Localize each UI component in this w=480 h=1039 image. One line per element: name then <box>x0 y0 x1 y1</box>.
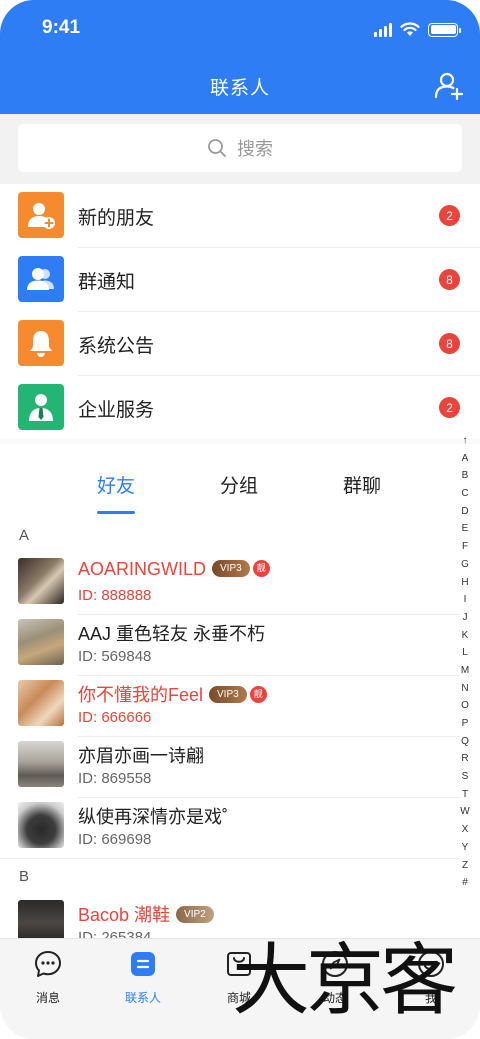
contact-row[interactable]: AOARINGWILD VIP3 靓 ID: 888888 <box>0 553 460 615</box>
menu-item-system-announcement[interactable]: 系统公告 8 <box>0 312 480 376</box>
contact-name: AOARINGWILD VIP3 靓 <box>78 559 270 580</box>
pretty-id-badge: 靓 <box>249 685 267 703</box>
section-letter: B <box>19 868 30 885</box>
search-placeholder: 搜索 <box>237 139 273 159</box>
contact-row[interactable]: 你不懂我的Feel VIP3 靓 ID: 666666 <box>0 675 460 737</box>
contact-id: ID: 669698 <box>78 831 152 848</box>
avatar <box>18 741 64 787</box>
alphabet-index-letter[interactable]: I <box>464 591 467 609</box>
alphabet-index[interactable]: ↑ A B C D E F G H I J K L M N O P Q R S T W X Y Z # <box>458 432 472 892</box>
avatar <box>18 558 64 604</box>
contact-name: 亦眉亦画一诗翩 <box>78 746 204 766</box>
alphabet-index-letter[interactable]: T <box>462 786 468 804</box>
alphabet-index-letter[interactable]: M <box>461 662 469 680</box>
menu-item-enterprise-service[interactable]: 企业服务 2 <box>0 376 480 440</box>
contact-id: ID: 888888 <box>78 587 152 604</box>
battery-icon <box>428 22 461 37</box>
alphabet-index-letter[interactable]: C <box>461 485 468 503</box>
function-menu: 新的朋友 2 群通知 8 系统公告 8 企业服务 2 <box>0 184 480 440</box>
alphabet-index-letter[interactable]: J <box>463 609 468 627</box>
alphabet-index-letter[interactable]: P <box>462 715 469 733</box>
alphabet-index-letter[interactable]: F <box>462 538 468 556</box>
nav-label: 联系人 <box>124 991 161 1005</box>
menu-label: 企业服务 <box>78 400 155 421</box>
nav-contacts[interactable]: 联系人 <box>108 949 178 1006</box>
menu-label: 新的朋友 <box>78 208 155 229</box>
contact-name: AAJ 重色轻友 永垂不朽 <box>78 624 266 644</box>
pretty-id-badge: 靓 <box>252 559 270 577</box>
contacts-icon <box>131 952 155 976</box>
menu-item-new-friends[interactable]: 新的朋友 2 <box>0 184 480 248</box>
contact-tabs: 好友 分组 群聊 <box>0 455 480 517</box>
unread-badge: 8 <box>439 333 460 354</box>
status-icons <box>374 22 461 37</box>
alphabet-index-letter[interactable]: A <box>462 450 469 468</box>
nav-label: 消息 <box>35 991 60 1005</box>
alphabet-index-letter[interactable]: Z <box>462 857 468 875</box>
menu-item-group-notice[interactable]: 群通知 8 <box>0 248 480 312</box>
alphabet-index-letter[interactable]: Y <box>462 839 469 857</box>
contact-id: ID: 869558 <box>78 770 152 787</box>
search-input[interactable]: 搜索 <box>18 124 462 172</box>
unread-badge: 2 <box>439 205 460 226</box>
contact-row[interactable]: 亦眉亦画一诗翩 ID: 869558 <box>0 736 460 798</box>
page-title: 联系人 <box>209 78 270 99</box>
alphabet-index-letter[interactable]: L <box>462 644 468 662</box>
contact-id: ID: 569848 <box>78 648 152 665</box>
search-area: 搜索 <box>0 114 480 184</box>
status-time: 9:41 <box>42 17 81 38</box>
avatar <box>18 680 64 726</box>
chat-icon <box>35 951 61 977</box>
contact-name: 纵使再深情亦是戏˚ <box>78 807 228 827</box>
alphabet-index-letter[interactable]: E <box>462 520 469 538</box>
tab-indicator <box>97 511 135 514</box>
alphabet-index-letter[interactable]: H <box>461 574 468 592</box>
menu-label: 系统公告 <box>78 336 155 357</box>
business-person-icon <box>18 384 64 430</box>
app-screen: 9:41 联系人 搜索 新的朋友 2 群通知 8 系统公告 8 企业服务 2 好… <box>0 0 480 1039</box>
contact-row[interactable]: AAJ 重色轻友 永垂不朽 ID: 569848 <box>0 614 460 676</box>
wifi-icon <box>400 22 420 36</box>
alphabet-index-letter[interactable]: S <box>462 768 469 786</box>
contact-id: ID: 666666 <box>78 709 152 726</box>
alphabet-index-letter[interactable]: K <box>462 627 469 645</box>
tab-groups[interactable]: 分组 <box>194 471 284 498</box>
alphabet-index-letter[interactable]: X <box>462 821 469 839</box>
vip-badge: VIP2 <box>176 905 214 923</box>
tab-group-chats[interactable]: 群聊 <box>317 471 407 498</box>
header: 9:41 联系人 <box>0 0 480 114</box>
menu-label: 群通知 <box>78 272 136 293</box>
vip-badge: VIP3 <box>212 559 250 577</box>
alphabet-index-letter[interactable]: B <box>462 467 469 485</box>
add-contact-icon[interactable] <box>434 70 464 100</box>
tab-friends[interactable]: 好友 <box>71 471 161 498</box>
section-letter: A <box>19 527 30 544</box>
unread-badge: 2 <box>439 397 460 418</box>
contact-name: 你不懂我的Feel VIP3 靓 <box>78 681 267 707</box>
add-friend-icon <box>18 192 64 238</box>
unread-badge: 8 <box>439 269 460 290</box>
alphabet-index-letter[interactable]: N <box>461 680 468 698</box>
alphabet-index-letter[interactable]: # <box>462 874 468 892</box>
contact-row[interactable]: 纵使再深情亦是戏˚ ID: 669698 <box>0 797 460 859</box>
bell-icon <box>18 320 64 366</box>
nav-messages[interactable]: 消息 <box>13 949 83 1006</box>
group-icon <box>18 256 64 302</box>
alphabet-index-letter[interactable]: D <box>461 503 468 521</box>
signal-icon <box>374 22 392 37</box>
alphabet-index-letter[interactable]: O <box>461 697 469 715</box>
avatar <box>18 619 64 665</box>
avatar <box>18 802 64 848</box>
alphabet-index-letter[interactable]: ↑ <box>463 432 468 450</box>
status-bar: 9:41 <box>0 0 480 58</box>
watermark: 大京客 <box>232 936 458 1026</box>
contact-name: Bacob 潮鞋 VIP2 <box>78 901 214 927</box>
search-icon <box>208 139 226 157</box>
alphabet-index-letter[interactable]: R <box>461 750 468 768</box>
alphabet-index-letter[interactable]: W <box>460 803 469 821</box>
alphabet-index-letter[interactable]: Q <box>461 733 469 751</box>
vip-badge: VIP3 <box>209 685 247 703</box>
alphabet-index-letter[interactable]: G <box>461 556 469 574</box>
